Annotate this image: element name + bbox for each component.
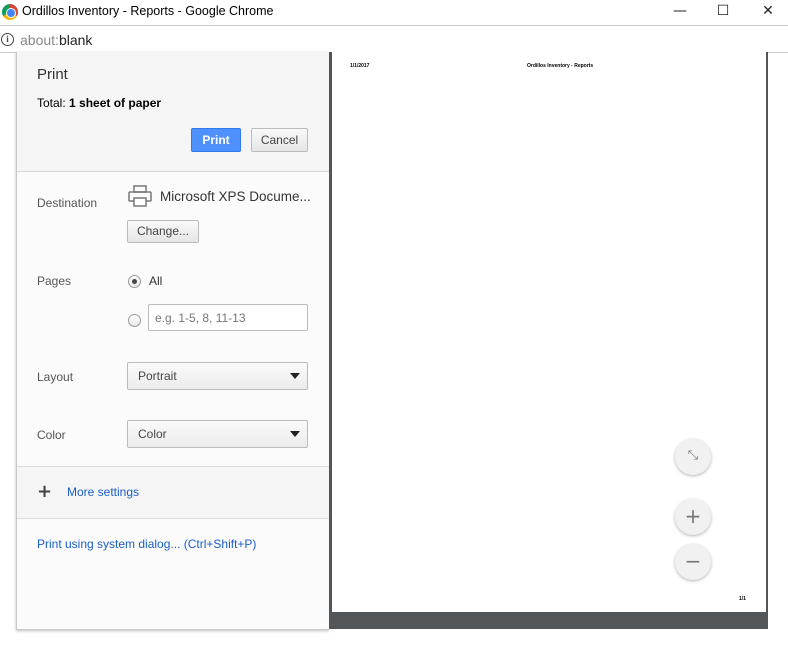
pages-all-label: All xyxy=(149,274,163,288)
destination-label: Destination xyxy=(37,196,98,210)
close-button[interactable]: ✕ xyxy=(748,0,788,24)
title-bar: Ordillos Inventory - Reports - Google Ch… xyxy=(0,0,788,26)
more-settings-link[interactable]: More settings xyxy=(67,485,139,499)
preview-page: 1/1/2017 Ordillos Inventory - Reports 1/… xyxy=(332,52,766,612)
system-dialog-link[interactable]: Print using system dialog... (Ctrl+Shift… xyxy=(37,537,256,551)
plus-icon: + xyxy=(37,481,53,502)
chevron-down-icon xyxy=(290,373,300,379)
print-header: Print Total: 1 sheet of paper Print Canc… xyxy=(17,52,330,172)
total-value: 1 sheet of paper xyxy=(69,96,162,110)
window-title: Ordillos Inventory - Reports - Google Ch… xyxy=(22,4,274,18)
total-summary: Total: 1 sheet of paper xyxy=(37,96,161,110)
zoom-in-icon[interactable]: + xyxy=(675,499,711,535)
maximize-button[interactable]: ☐ xyxy=(703,0,743,24)
layout-label: Layout xyxy=(37,370,74,384)
layout-select[interactable]: Portrait xyxy=(127,362,308,390)
print-button[interactable]: Print xyxy=(191,128,241,152)
more-settings-row[interactable]: + More settings xyxy=(17,466,330,519)
destination-value: Microsoft XPS Docume... xyxy=(160,189,311,204)
preview-page-number: 1/1 xyxy=(739,596,746,602)
pages-range-input[interactable] xyxy=(148,304,308,331)
minimize-button[interactable]: — xyxy=(660,0,700,24)
color-select[interactable]: Color xyxy=(127,420,308,448)
color-label: Color xyxy=(37,428,66,442)
url-text[interactable]: about:blank xyxy=(20,32,92,48)
total-label: Total: xyxy=(37,96,66,110)
fit-to-page-icon[interactable]: ⤡ xyxy=(675,439,711,475)
chevron-down-icon xyxy=(290,431,300,437)
chrome-logo-icon xyxy=(2,4,18,20)
pages-label: Pages xyxy=(37,274,72,288)
info-icon[interactable]: i xyxy=(1,33,14,46)
pages-all-radio[interactable] xyxy=(128,275,141,288)
pages-custom-radio[interactable] xyxy=(128,314,141,327)
layout-value: Portrait xyxy=(138,369,177,383)
url-host: blank xyxy=(58,32,93,48)
preview-date: 1/1/2017 xyxy=(350,63,370,69)
cancel-button[interactable]: Cancel xyxy=(251,128,308,152)
printer-icon xyxy=(128,185,152,207)
preview-header: Ordillos Inventory - Reports xyxy=(527,63,594,69)
print-settings-panel: Print Total: 1 sheet of paper Print Canc… xyxy=(16,52,330,630)
zoom-out-icon[interactable]: − xyxy=(675,544,711,580)
color-value: Color xyxy=(138,427,167,441)
address-bar[interactable] xyxy=(0,27,788,53)
url-scheme: about: xyxy=(20,32,59,48)
print-title: Print xyxy=(37,66,68,83)
change-destination-button[interactable]: Change... xyxy=(127,220,199,243)
